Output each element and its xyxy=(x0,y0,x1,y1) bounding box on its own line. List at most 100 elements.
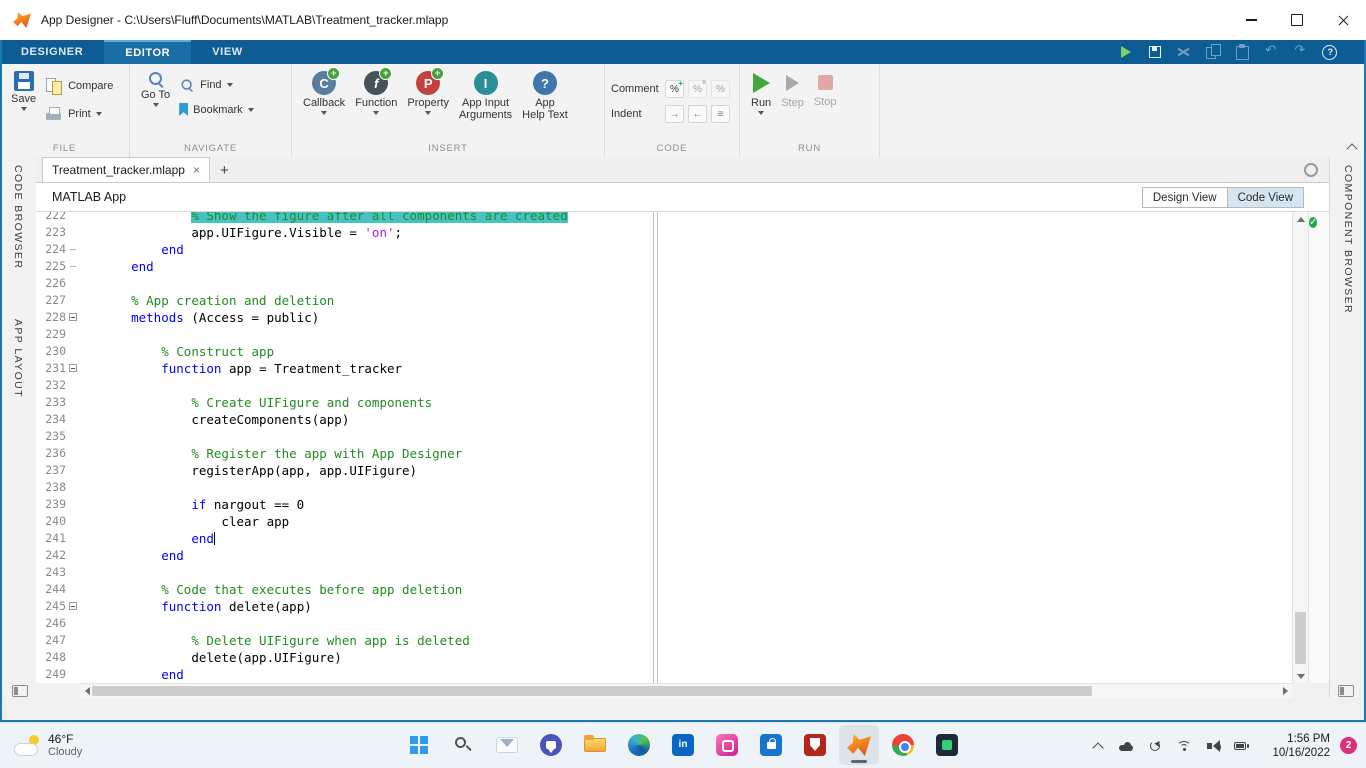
app-input-arguments-button[interactable]: App Input Arguments xyxy=(454,68,517,121)
tray-battery-icon[interactable] xyxy=(1234,738,1250,754)
code-line[interactable]: 228 methods (Access = public) xyxy=(36,309,1292,326)
fold-marker-icon[interactable] xyxy=(66,309,82,326)
quick-access-run-icon[interactable] xyxy=(1117,43,1135,61)
line-number[interactable]: 228 xyxy=(36,309,66,326)
fold-marker-icon[interactable] xyxy=(66,598,82,615)
editor-pane-divider[interactable] xyxy=(653,212,658,683)
insert-callback-button[interactable]: Callback xyxy=(298,67,350,115)
tray-volume-icon[interactable] xyxy=(1205,738,1221,754)
line-number[interactable]: 223 xyxy=(36,224,66,241)
bookmark-button[interactable]: Bookmark xyxy=(175,102,258,117)
code-line[interactable]: 231 function app = Treatment_tracker xyxy=(36,360,1292,377)
taskbar-linkedin-icon[interactable] xyxy=(663,725,703,765)
dock-panel-right-icon[interactable] xyxy=(1338,685,1354,697)
code-line[interactable]: 226 xyxy=(36,275,1292,292)
taskbar-start-icon[interactable] xyxy=(399,725,439,765)
quick-access-paste-icon[interactable] xyxy=(1233,43,1251,61)
code-line[interactable]: 249 end xyxy=(36,666,1292,683)
tab-designer[interactable]: DESIGNER xyxy=(0,40,104,64)
code-editor[interactable]: 222 % Show the figure after all componen… xyxy=(36,212,1330,683)
taskbar-chrome-icon[interactable] xyxy=(883,725,923,765)
code-line[interactable]: 241 end xyxy=(36,530,1292,547)
quick-access-redo-icon[interactable] xyxy=(1291,42,1309,61)
line-number[interactable]: 237 xyxy=(36,462,66,479)
insert-function-button[interactable]: Function xyxy=(350,67,402,115)
line-number[interactable]: 244 xyxy=(36,581,66,598)
line-number[interactable]: 226 xyxy=(36,275,66,292)
line-number[interactable]: 242 xyxy=(36,547,66,564)
code-line[interactable]: 234 createComponents(app) xyxy=(36,411,1292,428)
horizontal-scrollbar[interactable] xyxy=(80,683,1292,698)
line-number[interactable]: 227 xyxy=(36,292,66,309)
code-line[interactable]: 236 % Register the app with App Designer xyxy=(36,445,1292,462)
taskbar-search-icon[interactable] xyxy=(443,725,483,765)
code-line[interactable]: 229 xyxy=(36,326,1292,343)
code-line[interactable]: 235 xyxy=(36,428,1292,445)
line-number[interactable]: 239 xyxy=(36,496,66,513)
taskbar-pink-app-icon[interactable] xyxy=(707,725,747,765)
app-layout-tab[interactable]: APP LAYOUT xyxy=(12,319,24,398)
run-button[interactable]: Run xyxy=(746,68,776,115)
save-button[interactable]: Save xyxy=(6,68,41,111)
fold-marker-icon[interactable] xyxy=(66,360,82,377)
line-number[interactable]: 246 xyxy=(36,615,66,632)
line-number[interactable]: 230 xyxy=(36,343,66,360)
find-button[interactable]: Find xyxy=(175,76,258,94)
code-line[interactable]: 232 xyxy=(36,377,1292,394)
horizontal-scrollbar-thumb[interactable] xyxy=(92,686,1092,696)
line-number[interactable]: 234 xyxy=(36,411,66,428)
indent-right-button[interactable] xyxy=(665,105,684,123)
notification-badge[interactable]: 2 xyxy=(1340,737,1357,754)
tab-editor[interactable]: EDITOR xyxy=(104,40,192,64)
print-button[interactable]: Print xyxy=(41,104,117,124)
taskbar-edge-icon[interactable] xyxy=(619,725,659,765)
document-tab[interactable]: Treatment_tracker.mlapp xyxy=(42,157,210,182)
component-browser-tab[interactable]: COMPONENT BROWSER xyxy=(1342,165,1354,314)
line-number[interactable]: 248 xyxy=(36,649,66,666)
line-number[interactable]: 229 xyxy=(36,326,66,343)
code-line[interactable]: 244 % Code that executes before app dele… xyxy=(36,581,1292,598)
quick-access-help-icon[interactable] xyxy=(1320,43,1338,61)
smart-indent-button[interactable] xyxy=(711,105,730,123)
scroll-right-arrow[interactable] xyxy=(1278,684,1292,698)
line-number[interactable]: 247 xyxy=(36,632,66,649)
code-line[interactable]: 247 % Delete UIFigure when app is delete… xyxy=(36,632,1292,649)
quick-access-save-icon[interactable] xyxy=(1146,43,1164,61)
line-number[interactable]: 233 xyxy=(36,394,66,411)
line-number[interactable]: 245 xyxy=(36,598,66,615)
code-line[interactable]: 246 xyxy=(36,615,1292,632)
taskbar-clock[interactable]: 1:56 PM 10/16/2022 xyxy=(1272,723,1330,768)
line-number[interactable]: 231 xyxy=(36,360,66,377)
stop-button[interactable]: Stop xyxy=(809,68,842,108)
code-browser-tab[interactable]: CODE BROWSER xyxy=(12,165,24,269)
close-tab-icon[interactable] xyxy=(193,164,200,176)
vertical-scrollbar[interactable] xyxy=(1292,212,1308,683)
line-number[interactable]: 224 xyxy=(36,241,66,258)
line-number[interactable]: 225 xyxy=(36,258,66,275)
indent-left-button[interactable] xyxy=(688,105,707,123)
minimize-button[interactable] xyxy=(1228,0,1274,40)
code-line[interactable]: 233 % Create UIFigure and components xyxy=(36,394,1292,411)
vertical-scrollbar-thumb[interactable] xyxy=(1295,612,1306,664)
code-line[interactable]: 238 xyxy=(36,479,1292,496)
scroll-down-arrow[interactable] xyxy=(1293,669,1308,683)
app-help-text-button[interactable]: App Help Text xyxy=(517,68,573,121)
design-view-button[interactable]: Design View xyxy=(1141,187,1228,208)
quick-access-copy-icon[interactable] xyxy=(1204,43,1222,61)
code-line[interactable]: 239 if nargout == 0 xyxy=(36,496,1292,513)
taskbar-dark-app-icon[interactable] xyxy=(927,725,967,765)
weather-widget[interactable]: 46°F Cloudy xyxy=(0,723,96,768)
compare-button[interactable]: Compare xyxy=(41,76,117,96)
line-number[interactable]: 222 xyxy=(36,212,66,224)
code-line[interactable]: 224 end xyxy=(36,241,1292,258)
code-line[interactable]: 245 function delete(app) xyxy=(36,598,1292,615)
uncomment-button[interactable] xyxy=(688,80,707,98)
insert-property-button[interactable]: Property xyxy=(402,67,454,115)
comment-add-button[interactable] xyxy=(665,80,684,98)
close-button[interactable] xyxy=(1320,0,1366,40)
code-line[interactable]: 240 clear app xyxy=(36,513,1292,530)
code-line[interactable]: 227 % App creation and deletion xyxy=(36,292,1292,309)
line-number[interactable]: 232 xyxy=(36,377,66,394)
line-number[interactable]: 249 xyxy=(36,666,66,683)
tab-view[interactable]: VIEW xyxy=(191,40,264,64)
